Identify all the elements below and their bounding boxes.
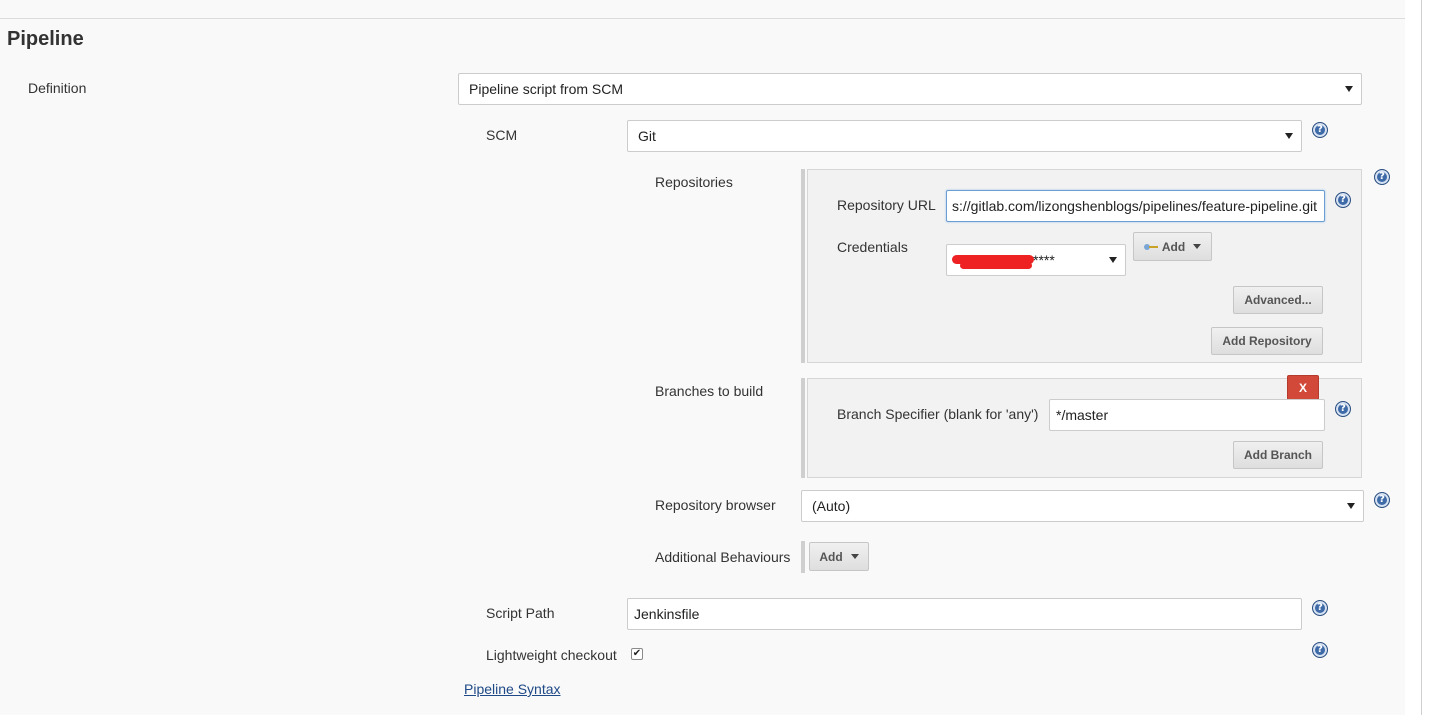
advanced-button[interactable]: Advanced...	[1233, 286, 1323, 314]
top-divider	[0, 18, 1405, 19]
help-icon[interactable]: ?	[1312, 600, 1328, 616]
chevron-down-icon	[1285, 133, 1293, 139]
help-icon[interactable]: ?	[1312, 122, 1328, 138]
credentials-label: Credentials	[837, 239, 908, 255]
chevron-down-icon	[1347, 503, 1355, 509]
add-credentials-button[interactable]: Add	[1133, 232, 1212, 261]
help-icon[interactable]: ?	[1335, 192, 1351, 208]
chevron-down-icon	[1193, 244, 1202, 249]
add-repository-button[interactable]: Add Repository	[1211, 327, 1323, 355]
lightweight-checkout-label: Lightweight checkout	[486, 647, 617, 663]
definition-select-value: Pipeline script from SCM	[469, 81, 624, 97]
repository-url-value: s://gitlab.com/lizongshenblogs/pipelines…	[952, 198, 1317, 214]
repositories-label: Repositories	[655, 174, 733, 190]
lightweight-checkout-checkbox[interactable]: ✔	[631, 648, 643, 660]
script-path-input[interactable]: Jenkinsfile	[627, 598, 1302, 630]
definition-select[interactable]: Pipeline script from SCM	[458, 73, 1362, 105]
key-icon	[1143, 243, 1158, 251]
repository-url-input[interactable]: s://gitlab.com/lizongshenblogs/pipelines…	[946, 190, 1325, 222]
behaviours-block-handle	[801, 541, 805, 573]
chevron-down-icon	[1109, 257, 1117, 263]
script-path-label: Script Path	[486, 605, 555, 621]
repository-browser-label: Repository browser	[655, 497, 776, 513]
script-path-value: Jenkinsfile	[634, 606, 700, 622]
check-icon: ✔	[632, 648, 642, 659]
help-icon[interactable]: ?	[1374, 492, 1390, 508]
scm-select[interactable]: Git	[627, 120, 1302, 152]
branches-label: Branches to build	[655, 383, 764, 399]
additional-behaviours-label: Additional Behaviours	[655, 549, 791, 565]
repositories-block-handle	[801, 169, 805, 363]
right-gutter	[1405, 0, 1421, 715]
scm-select-value: Git	[638, 128, 656, 144]
add-branch-button[interactable]: Add Branch	[1233, 441, 1323, 469]
branch-specifier-label: Branch Specifier (blank for 'any')	[837, 406, 1039, 422]
section-title: Pipeline	[7, 28, 84, 50]
scrollbar-edge	[1421, 0, 1422, 715]
repository-url-label: Repository URL	[837, 197, 936, 213]
pipeline-syntax-link[interactable]: Pipeline Syntax	[464, 681, 561, 697]
repository-browser-select[interactable]: (Auto)	[801, 490, 1364, 522]
branch-specifier-value: */master	[1056, 407, 1109, 423]
branch-specifier-input[interactable]: */master	[1049, 399, 1325, 431]
remove-branch-button[interactable]: X	[1287, 375, 1319, 400]
redaction-mark	[960, 262, 1032, 269]
add-behaviour-button[interactable]: Add	[809, 542, 869, 571]
credentials-value: ****	[1033, 252, 1055, 268]
chevron-down-icon	[1345, 86, 1353, 92]
scm-label: SCM	[486, 127, 518, 143]
repository-browser-value: (Auto)	[812, 498, 851, 514]
help-icon[interactable]: ?	[1374, 169, 1390, 185]
chevron-down-icon	[850, 554, 859, 559]
help-icon[interactable]: ?	[1312, 642, 1328, 658]
help-icon[interactable]: ?	[1335, 401, 1351, 417]
branches-block-handle	[801, 378, 805, 478]
definition-label: Definition	[28, 80, 87, 96]
